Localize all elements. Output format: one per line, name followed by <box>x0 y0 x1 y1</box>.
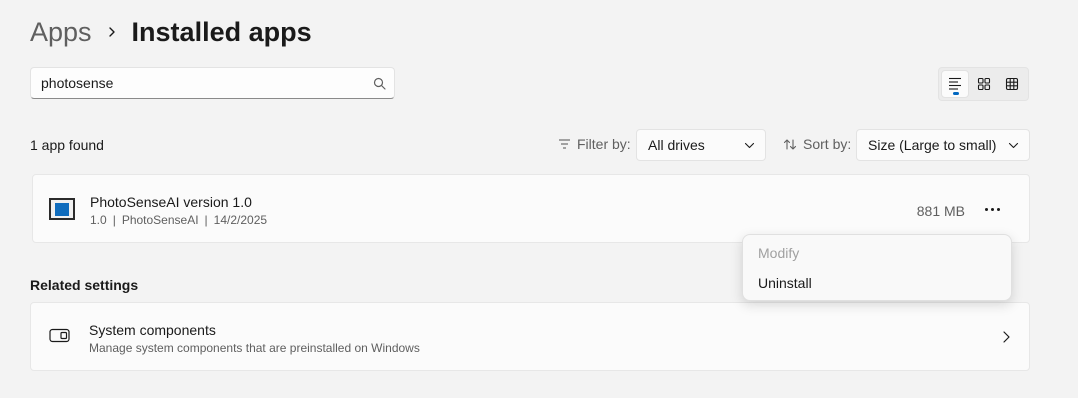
system-components-link[interactable]: System components Manage system componen… <box>30 302 1030 371</box>
list-view-button[interactable] <box>941 70 970 98</box>
search-icon[interactable] <box>364 68 394 98</box>
app-version: 1.0 <box>90 213 107 227</box>
page-title: Installed apps <box>131 16 312 47</box>
grid-view-button[interactable] <box>998 70 1026 98</box>
filter-label: Filter by: <box>558 136 631 152</box>
filter-icon <box>559 139 570 149</box>
more-options-button[interactable] <box>977 195 1007 223</box>
app-context-menu: Modify Uninstall <box>742 234 1012 301</box>
app-install-date: 14/2/2025 <box>213 213 268 227</box>
sort-value: Size (Large to small) <box>868 137 997 153</box>
sort-label-text: Sort by: <box>803 136 852 152</box>
breadcrumb-apps-link[interactable]: Apps <box>30 17 92 48</box>
chevron-right-icon <box>92 14 132 50</box>
chevron-down-icon <box>1008 142 1019 148</box>
app-size: 881 MB <box>916 203 965 219</box>
app-list-item: PhotoSenseAI version 1.0 1.0 | PhotoSens… <box>32 174 1030 243</box>
view-toggle <box>938 67 1029 101</box>
app-window-icon <box>49 198 75 220</box>
grid-view-icon <box>1005 77 1018 91</box>
menu-item-uninstall[interactable]: Uninstall <box>746 268 1008 298</box>
app-publisher: PhotoSenseAI <box>121 213 199 227</box>
breadcrumb: Apps Installed apps <box>30 14 312 50</box>
meta-separator: | <box>112 213 116 227</box>
tiles-view-icon <box>977 77 990 91</box>
system-components-title: System components <box>89 322 216 338</box>
drive-filter-dropdown[interactable]: All drives <box>636 129 766 161</box>
drive-filter-value: All drives <box>648 137 705 153</box>
sort-label: Sort by: <box>783 136 851 152</box>
search-input[interactable] <box>31 68 364 98</box>
related-settings-heading: Related settings <box>30 277 139 293</box>
filter-label-text: Filter by: <box>577 136 631 152</box>
results-count: 1 app found <box>30 137 104 153</box>
list-view-icon <box>949 77 962 90</box>
chevron-right-icon <box>1003 331 1010 343</box>
chevron-down-icon <box>744 142 755 148</box>
more-dots-icon <box>984 207 988 211</box>
system-components-icon <box>49 328 70 343</box>
app-meta: 1.0 | PhotoSenseAI | 14/2/2025 <box>90 213 267 227</box>
menu-item-modify: Modify <box>758 245 800 261</box>
search-box[interactable] <box>30 67 395 99</box>
meta-separator: | <box>204 213 208 227</box>
tiles-view-button[interactable] <box>969 70 997 98</box>
sort-icon <box>783 138 797 150</box>
sort-dropdown[interactable]: Size (Large to small) <box>856 129 1030 161</box>
app-name: PhotoSenseAI version 1.0 <box>90 194 252 210</box>
system-components-description: Manage system components that are preins… <box>89 341 420 355</box>
